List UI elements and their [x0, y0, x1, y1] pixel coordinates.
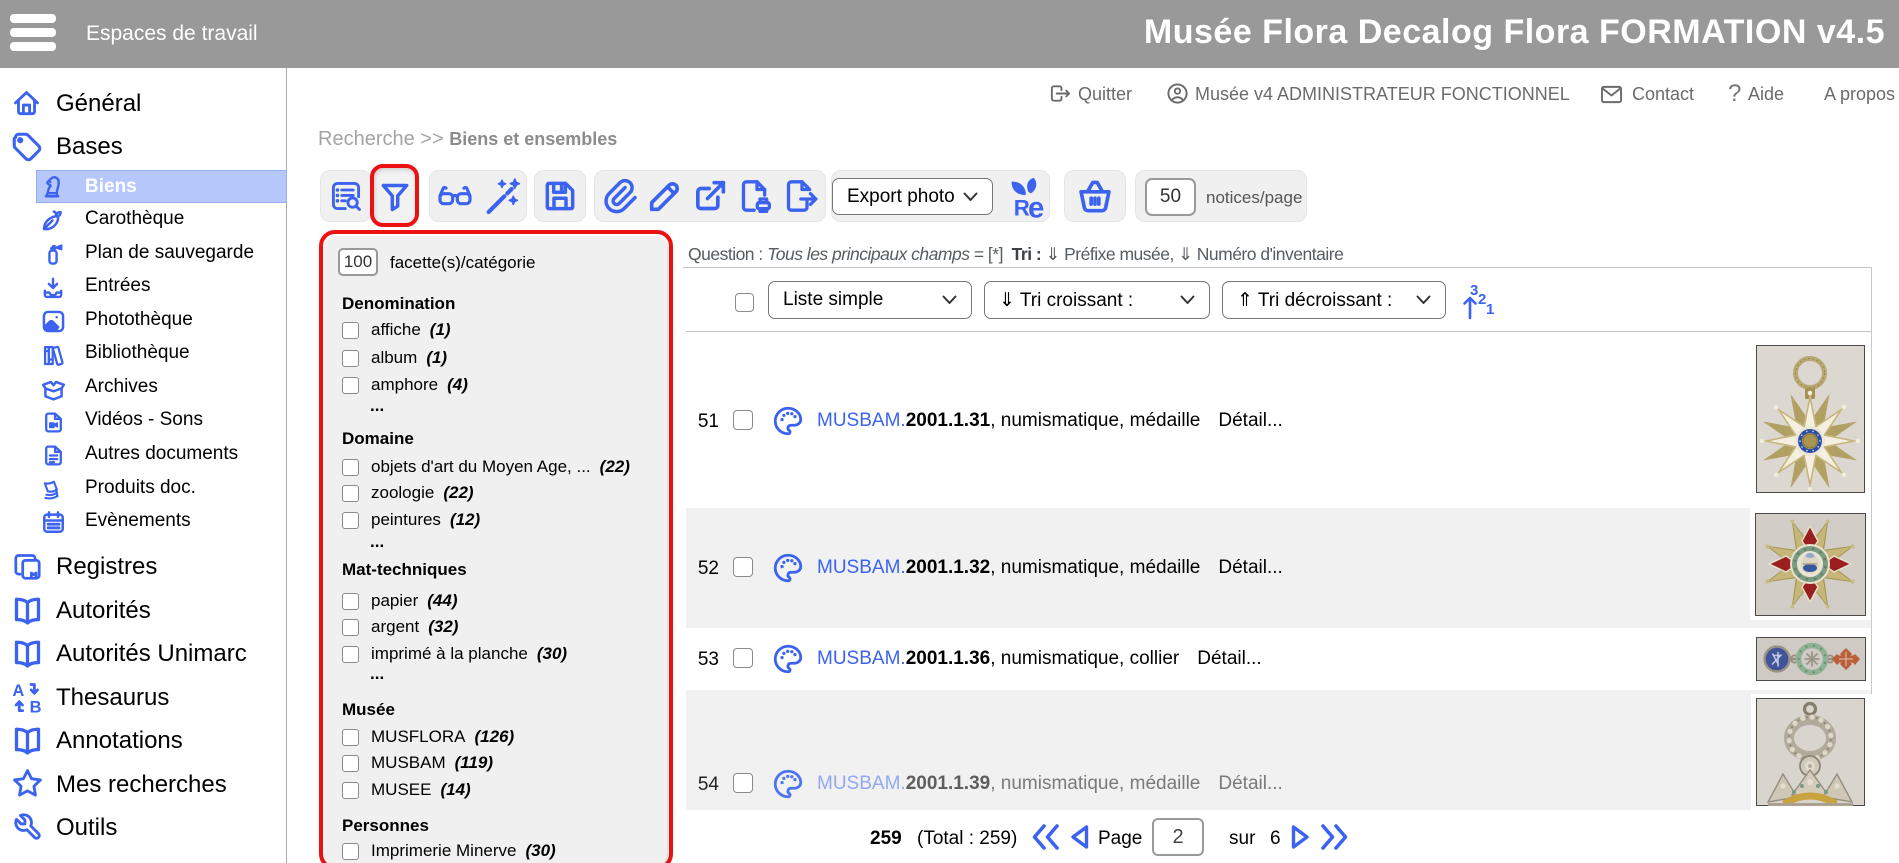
svg-text:B: B [30, 699, 42, 714]
svg-text:e: e [1028, 191, 1044, 218]
svg-text:A: A [12, 682, 24, 700]
svg-text:1: 1 [1486, 301, 1494, 318]
